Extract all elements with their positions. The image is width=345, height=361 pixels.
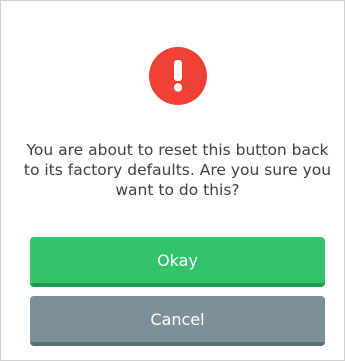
- okay-button[interactable]: Okay: [30, 237, 325, 287]
- exclamation-icon: [149, 47, 207, 105]
- reset-confirm-dialog: You are about to reset this button back …: [0, 0, 345, 361]
- confirm-message: You are about to reset this button back …: [23, 141, 332, 199]
- cancel-button[interactable]: Cancel: [30, 296, 325, 346]
